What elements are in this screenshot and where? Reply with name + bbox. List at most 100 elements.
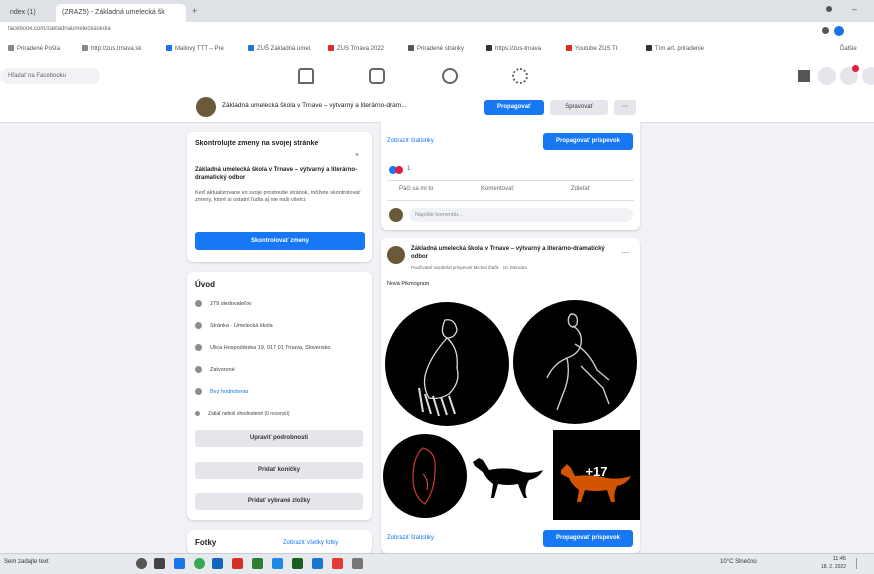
bookmarks-more[interactable]: Ďalšie bbox=[840, 43, 874, 55]
share-button[interactable]: Zdieľať bbox=[571, 186, 590, 192]
bookmark-icon bbox=[248, 45, 254, 52]
post-photo-fox[interactable]: +17 bbox=[553, 430, 640, 520]
bookmark-item[interactable]: Priradené Pošta bbox=[8, 43, 78, 55]
more-photos-count[interactable]: +17 bbox=[553, 464, 640, 479]
manage-button[interactable]: Spravovať bbox=[550, 100, 608, 115]
edge-icon[interactable] bbox=[212, 558, 223, 569]
post-options-icon[interactable]: ⋯ bbox=[621, 248, 629, 257]
bookmark-item[interactable]: ZUS Trnava 2022 bbox=[328, 43, 404, 55]
task-view-icon[interactable] bbox=[154, 558, 165, 569]
search-input[interactable]: Hľadať na Facebooku bbox=[0, 68, 100, 84]
bookmark-item[interactable]: Mailový TTT – Pre bbox=[166, 43, 244, 55]
post-photo-grid[interactable] bbox=[381, 294, 640, 429]
close-icon[interactable]: × bbox=[355, 152, 359, 159]
bookmarks-bar: Priradené Pošta http://zus.trnava.sk Mai… bbox=[0, 40, 874, 59]
clock-time[interactable]: 11:45 bbox=[806, 556, 846, 562]
browser-tab-active[interactable]: (ZRAZ5) - Základná umelecká šk bbox=[56, 4, 186, 22]
taskbar-search[interactable]: Sem zadajte text bbox=[4, 559, 124, 565]
rating-row[interactable]: Bez hodnotenia bbox=[195, 386, 248, 398]
card-title: Skontrolujte zmeny na svojej stránke bbox=[195, 140, 319, 147]
promo-body: Keď aktualizovane vo svoje prostredie st… bbox=[195, 190, 361, 203]
weather-widget[interactable]: 10°C Slnečno bbox=[720, 559, 757, 565]
page-avatar[interactable] bbox=[196, 97, 216, 117]
home-icon[interactable] bbox=[298, 68, 314, 84]
url-text[interactable]: facebook.com/zakladnaumeleckaskola bbox=[8, 26, 168, 36]
notification-badge bbox=[852, 65, 859, 72]
facebook-navbar: Hľadať na Facebooku bbox=[0, 58, 874, 95]
comment-button[interactable]: Komentovať bbox=[481, 186, 514, 192]
powerpoint-icon[interactable] bbox=[332, 558, 343, 569]
bookmark-item[interactable]: Tím art. priradenie bbox=[646, 43, 722, 55]
love-reaction-icon bbox=[395, 166, 403, 174]
browser-tab[interactable]: ndex (1) bbox=[4, 4, 52, 22]
profile-icon[interactable] bbox=[826, 6, 832, 12]
groups-icon[interactable] bbox=[512, 68, 528, 84]
photos-card: Fotky Zobraziť všetky fotky bbox=[187, 530, 372, 554]
new-tab-icon[interactable]: + bbox=[192, 6, 197, 16]
search-icon[interactable] bbox=[136, 558, 147, 569]
app-icon[interactable] bbox=[174, 558, 185, 569]
category-row: Stránka · Umelecká škola bbox=[195, 320, 273, 332]
divider bbox=[387, 200, 634, 201]
messenger-icon[interactable] bbox=[818, 67, 836, 85]
portrait-drawing bbox=[412, 447, 436, 505]
edit-details-button[interactable]: Upraviť podrobnosti bbox=[195, 430, 363, 447]
see-all-photos-link[interactable]: Zobraziť všetky fotky bbox=[283, 540, 338, 546]
post-photo-row[interactable]: +17 bbox=[381, 430, 640, 520]
bookmark-item[interactable]: https://zus-trnava bbox=[486, 43, 562, 55]
menu-grid-icon[interactable] bbox=[798, 70, 810, 82]
post-photo-dancer[interactable] bbox=[385, 302, 509, 426]
word-icon[interactable] bbox=[272, 558, 283, 569]
post-author-avatar[interactable] bbox=[387, 246, 405, 264]
app-icon[interactable] bbox=[312, 558, 323, 569]
account-avatar[interactable] bbox=[862, 67, 874, 85]
bookmark-item[interactable]: http://zus.trnava.sk bbox=[82, 43, 162, 55]
post-view-insights-link[interactable]: Zobraziť štatistiky bbox=[387, 535, 434, 541]
reaction-count[interactable]: 1 bbox=[407, 166, 410, 172]
taskbar: Sem zadajte text 10°C Slnečno 11:45 18. … bbox=[0, 553, 874, 574]
post-photo-portrait[interactable] bbox=[383, 434, 467, 518]
previous-post-card: Zobraziť štatistiky Propagovať príspevok… bbox=[381, 122, 640, 230]
show-desktop[interactable] bbox=[856, 558, 867, 569]
app-icon[interactable] bbox=[252, 558, 263, 569]
add-featured-button[interactable]: Pridať vybrané zložky bbox=[195, 493, 363, 510]
add-hobbies-button[interactable]: Pridať koníčky bbox=[195, 462, 363, 479]
minimize-icon[interactable]: – bbox=[852, 4, 857, 14]
bookmark-item[interactable]: Youtube ZUS Tt bbox=[566, 43, 642, 55]
promote-button[interactable]: Propagovať bbox=[484, 100, 544, 115]
promote-post-button[interactable]: Propagovať príspevok bbox=[543, 133, 633, 150]
post-photo-figure[interactable] bbox=[513, 300, 637, 424]
post-meta: Používateľ nazdieľal príspevok Michal Ži… bbox=[411, 265, 527, 270]
reviews-row: Zatiaľ neboli ohodnotené (0 recenzií) bbox=[195, 408, 290, 420]
view-insights-link[interactable]: Zobraziť štatistiky bbox=[387, 138, 434, 144]
like-button[interactable]: Páči sa mi to bbox=[399, 186, 433, 192]
browser-address-bar[interactable]: facebook.com/zakladnaumeleckaskola bbox=[0, 22, 874, 41]
post-promote-button[interactable]: Propagovať príspevok bbox=[543, 530, 633, 547]
bookmark-icon bbox=[8, 45, 14, 52]
more-button[interactable]: ⋯ bbox=[614, 100, 636, 115]
browser-app-icon[interactable] bbox=[194, 558, 205, 569]
extension-icon[interactable] bbox=[822, 27, 829, 34]
intro-card: Úvod 279 sledovateľov Stránka · Umelecká… bbox=[187, 272, 372, 520]
location-icon bbox=[195, 344, 202, 352]
excel-icon[interactable] bbox=[292, 558, 303, 569]
post-author[interactable]: Základná umelecká škola v Trnave – výtva… bbox=[411, 246, 607, 261]
pages-icon[interactable] bbox=[369, 68, 385, 84]
figure-drawing bbox=[546, 313, 610, 411]
clock-date[interactable]: 18. 2. 2022 bbox=[796, 564, 846, 570]
watch-icon[interactable] bbox=[442, 68, 458, 84]
page-title[interactable]: Základná umelecká škola v Trnave – výtva… bbox=[222, 102, 474, 109]
page-header: Základná umelecká škola v Trnave – výtva… bbox=[0, 94, 874, 123]
commenter-avatar bbox=[389, 208, 403, 222]
avatar[interactable] bbox=[834, 26, 844, 36]
bookmark-icon bbox=[328, 45, 334, 52]
app-icon[interactable] bbox=[232, 558, 243, 569]
post-text: Nová Pikmogram bbox=[387, 281, 430, 287]
comment-input[interactable]: Napíšte komentár... bbox=[409, 208, 633, 222]
review-icon bbox=[195, 411, 200, 417]
bookmark-item[interactable]: Priradené stránky bbox=[408, 43, 482, 55]
review-changes-button[interactable]: Skontrolovať zmeny bbox=[195, 232, 365, 250]
app-icon[interactable] bbox=[352, 558, 363, 569]
divider bbox=[387, 180, 634, 181]
bookmark-item[interactable]: ZUŠ Základná umel. bbox=[248, 43, 324, 55]
